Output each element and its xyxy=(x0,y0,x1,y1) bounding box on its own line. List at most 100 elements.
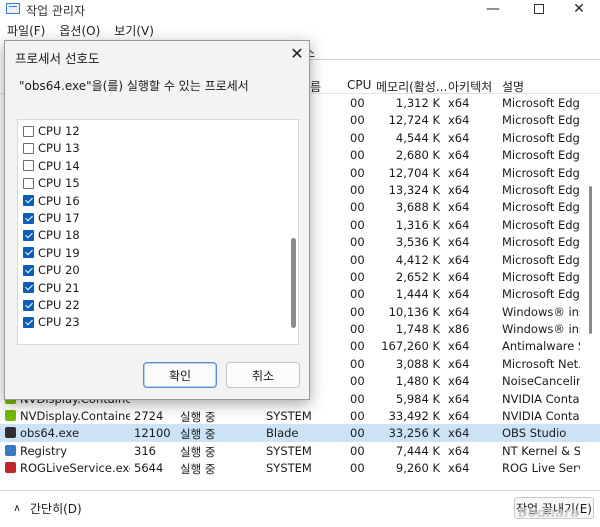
process-description: Antimalware S... xyxy=(502,339,580,354)
checkbox-unchecked-icon[interactable] xyxy=(23,160,34,172)
dialog-close-button[interactable]: ✕ xyxy=(287,44,307,63)
cpu-list-scrollbar-thumb[interactable] xyxy=(291,238,296,328)
process-memory: 9,260 K xyxy=(395,461,440,476)
header-username[interactable]: 름 xyxy=(310,78,321,95)
checkbox-checked-icon[interactable] xyxy=(23,316,34,328)
cpu-checkbox-item[interactable]: CPU 16 xyxy=(23,193,80,209)
chevron-up-icon: ∧ xyxy=(13,503,21,514)
dialog-prompt: "obs64.exe"을(를) 실행할 수 있는 프로세서 xyxy=(19,79,249,93)
cpu-checkbox-item[interactable]: CPU 14 xyxy=(23,158,80,174)
process-description: Microsoft Edg... xyxy=(502,182,580,197)
process-memory: 1,312 K xyxy=(395,96,440,110)
process-memory: 33,256 K xyxy=(388,426,440,441)
process-arch: x64 xyxy=(448,130,470,145)
cpu-label: CPU 16 xyxy=(38,193,80,208)
process-cpu: 00 xyxy=(350,356,365,371)
checkbox-unchecked-icon[interactable] xyxy=(23,177,34,189)
cpu-checkbox-item[interactable]: CPU 15 xyxy=(23,175,80,191)
cpu-label: CPU 15 xyxy=(38,176,80,191)
process-arch: x64 xyxy=(448,426,470,441)
process-description: NVIDIA Contai... xyxy=(502,391,580,406)
processor-affinity-dialog: 프로세서 선호도 ✕ "obs64.exe"을(를) 실행할 수 있는 프로세서… xyxy=(4,40,310,400)
cpu-checkbox-item[interactable]: CPU 19 xyxy=(23,245,80,261)
checkbox-checked-icon[interactable] xyxy=(23,212,34,224)
cpu-checkbox-list: CPU 12 CPU 13 CPU 14 CPU 15 CPU 16 CPU 17 CPU … xyxy=(17,119,299,345)
table-scrollbar[interactable] xyxy=(586,94,596,482)
process-user: SYSTEM xyxy=(266,461,312,476)
process-description: Windows® ins... xyxy=(502,322,580,337)
checkbox-checked-icon[interactable] xyxy=(23,229,34,241)
menu-view[interactable]: 보기(V) xyxy=(107,22,161,40)
process-arch: x64 xyxy=(448,269,470,284)
process-cpu: 00 xyxy=(350,339,365,354)
ok-button[interactable]: 확인 xyxy=(143,362,217,388)
close-window-button[interactable]: ✕ xyxy=(556,0,600,18)
process-memory: 167,260 K xyxy=(381,339,440,354)
process-arch: x64 xyxy=(448,200,470,215)
cpu-checkbox-item[interactable]: CPU 20 xyxy=(23,262,80,278)
process-memory: 1,316 K xyxy=(395,217,440,232)
maximize-icon xyxy=(534,4,544,14)
cpu-checkbox-item[interactable]: CPU 22 xyxy=(23,297,80,313)
process-name: Registry xyxy=(20,443,68,458)
cpu-list-scrollbar[interactable] xyxy=(288,120,298,344)
process-cpu: 00 xyxy=(350,217,365,232)
header-cpu[interactable]: CPU xyxy=(347,78,371,92)
cpu-checkbox-item[interactable]: CPU 12 xyxy=(23,123,80,139)
process-name: ROGLiveService.exe xyxy=(20,461,130,476)
header-description[interactable]: 설명 xyxy=(502,78,524,95)
process-description: Windows® ins... xyxy=(502,304,580,319)
process-description: Microsoft Edg... xyxy=(502,217,580,232)
process-memory: 1,444 K xyxy=(395,287,440,302)
checkbox-unchecked-icon[interactable] xyxy=(23,125,34,137)
table-row[interactable]: ROGLiveService.exe 5644 실행 중 SYSTEM 00 9,260 … xyxy=(0,459,600,476)
header-memory[interactable]: 메모리(활성... xyxy=(376,78,447,95)
header-architecture[interactable]: 아키텍처 xyxy=(448,78,492,95)
checkbox-checked-icon[interactable] xyxy=(23,247,34,259)
cpu-checkbox-item[interactable]: CPU 13 xyxy=(23,140,80,156)
checkbox-checked-icon[interactable] xyxy=(23,195,34,207)
process-status: 실행 중 xyxy=(180,410,216,425)
cancel-button[interactable]: 취소 xyxy=(226,362,300,388)
process-description: NVIDIA Contai... xyxy=(502,409,580,424)
minimize-button[interactable]: — xyxy=(470,0,516,18)
process-arch: x64 xyxy=(448,182,470,197)
process-memory: 2,680 K xyxy=(395,148,440,163)
checkbox-checked-icon[interactable] xyxy=(23,282,34,294)
dialog-title: 프로세서 선호도 xyxy=(15,51,100,66)
cpu-checkbox-item[interactable]: CPU 18 xyxy=(23,227,80,243)
process-description: Microsoft Edg... xyxy=(502,200,580,215)
process-memory: 4,412 K xyxy=(395,252,440,267)
checkbox-unchecked-icon[interactable] xyxy=(23,142,34,154)
table-row[interactable]: obs64.exe 12100 실행 중 Blade 00 33,256 K x64 OBS … xyxy=(0,424,600,442)
process-memory: 12,724 K xyxy=(388,113,440,128)
process-description: Microsoft Edg... xyxy=(502,113,580,128)
cpu-checkbox-item[interactable]: CPU 21 xyxy=(23,280,80,296)
process-description: Microsoft Edg... xyxy=(502,269,580,284)
process-cpu: 00 xyxy=(350,461,365,476)
table-scrollbar-thumb[interactable] xyxy=(589,186,592,334)
process-cpu: 00 xyxy=(350,252,365,267)
checkbox-checked-icon[interactable] xyxy=(23,299,34,311)
cpu-label: CPU 14 xyxy=(38,158,80,173)
process-cpu: 00 xyxy=(350,165,365,180)
collapse-button[interactable]: ∧ 간단히(D) xyxy=(10,500,81,517)
process-arch: x64 xyxy=(448,113,470,128)
menu-file[interactable]: 파일(F) xyxy=(0,22,52,40)
process-description: Microsoft Edg... xyxy=(502,148,580,163)
process-cpu: 00 xyxy=(350,235,365,250)
process-memory: 3,536 K xyxy=(395,235,440,250)
process-description: Microsoft Edg... xyxy=(502,96,580,110)
process-arch: x64 xyxy=(448,217,470,232)
cpu-checkbox-item[interactable]: CPU 23 xyxy=(23,314,80,330)
process-description: Microsoft Edg... xyxy=(502,287,580,302)
table-row[interactable]: Registry 316 실행 중 SYSTEM 00 7,444 K x64 NT Kern… xyxy=(0,442,600,459)
checkbox-checked-icon[interactable] xyxy=(23,264,34,276)
menu-options[interactable]: 옵션(O) xyxy=(52,22,107,40)
process-status: 실행 중 xyxy=(180,462,216,477)
process-memory: 4,544 K xyxy=(395,130,440,145)
process-cpu: 00 xyxy=(350,374,365,389)
process-icon xyxy=(5,410,16,422)
table-row[interactable]: NVDisplay.Container... 2724 실행 중 SYSTEM 00 33… xyxy=(0,407,600,424)
cpu-checkbox-item[interactable]: CPU 17 xyxy=(23,210,80,226)
